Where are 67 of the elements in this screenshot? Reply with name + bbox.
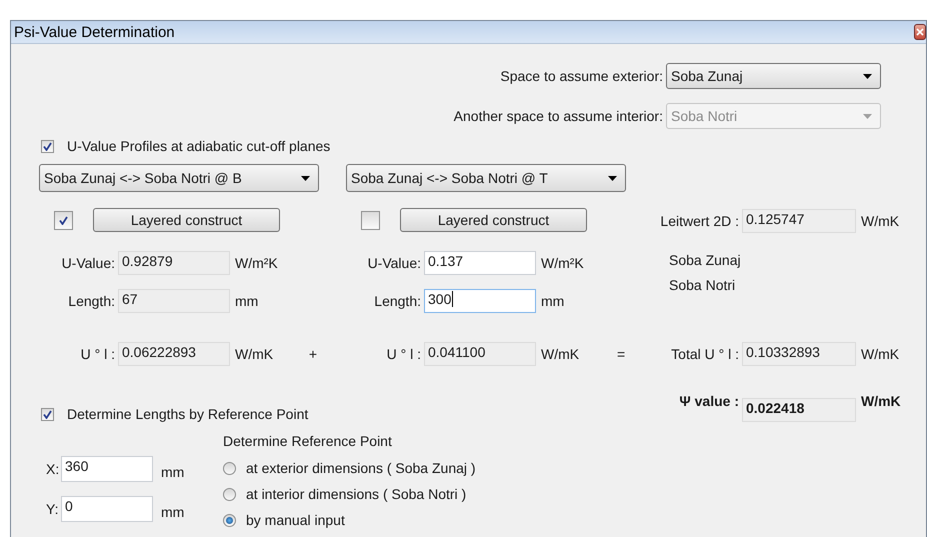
- close-icon: [916, 28, 924, 36]
- group-label: Determine Reference Point: [223, 432, 393, 450]
- layered-construct-button[interactable]: Layered construct: [400, 208, 587, 232]
- window-title: Psi-Value Determination: [13, 24, 176, 40]
- input-field[interactable]: 0: [61, 496, 153, 522]
- radio-label: by manual input: [246, 512, 345, 528]
- unit-label: W/m²K: [540, 254, 584, 273]
- field-label: U ° l :: [80, 345, 116, 364]
- input-field[interactable]: 0.041100: [424, 342, 536, 366]
- dropdown[interactable]: Soba Zunaj <-> Soba Notri @ T: [346, 164, 626, 192]
- caret-icon: [863, 74, 872, 78]
- input-field[interactable]: 0.022418: [742, 398, 856, 422]
- field-label: X:: [46, 461, 60, 477]
- field-label: Length:: [68, 292, 116, 311]
- radio-label: at exterior dimensions ( Soba Zunaj ): [246, 460, 476, 476]
- radio-button[interactable]: [223, 488, 236, 500]
- input-field[interactable]: 0.10332893: [742, 342, 856, 366]
- field-label: U-Value:: [62, 254, 116, 273]
- field-label: Leitwert 2D :: [660, 212, 740, 231]
- check-icon: [43, 142, 52, 150]
- radio-button[interactable]: [223, 462, 236, 474]
- caret-icon: [608, 176, 617, 180]
- unit-label: W/mK: [540, 345, 580, 364]
- field-label: Y:: [46, 501, 60, 517]
- field-label: Length:: [374, 292, 422, 311]
- input-field[interactable]: 0.137: [424, 251, 536, 275]
- checkbox[interactable]: [41, 140, 54, 152]
- unit-label: W/mK: [860, 345, 900, 364]
- check-icon: [43, 410, 52, 418]
- checkbox-label: U-Value Profiles at adiabatic cut-off planes: [67, 138, 330, 154]
- space-name: Soba Notri: [669, 276, 736, 295]
- space-name: Soba Zunaj: [669, 251, 742, 270]
- dropdown[interactable]: Soba Zunaj: [666, 63, 881, 89]
- unit-label: W/mK: [234, 345, 274, 364]
- check-icon: [59, 216, 68, 224]
- caret-icon: [863, 114, 872, 118]
- unit-label: W/m²K: [234, 254, 278, 273]
- dropdown[interactable]: Soba Zunaj <-> Soba Notri @ B: [39, 164, 319, 192]
- field-label: Total U ° l :: [671, 345, 740, 364]
- unit-label: mm: [161, 503, 184, 520]
- input-field[interactable]: 300: [424, 289, 536, 313]
- field-label: U-Value:: [368, 254, 422, 273]
- field-label: Another space to assume interior:: [452, 108, 663, 124]
- checkbox-label: Determine Lengths by Reference Point: [67, 406, 308, 422]
- unit-label: mm: [161, 463, 184, 480]
- input-field[interactable]: 360: [61, 456, 153, 482]
- input-field[interactable]: 67: [118, 289, 230, 313]
- equals-sign: =: [617, 345, 626, 364]
- input-field[interactable]: 0.92879: [118, 251, 230, 275]
- checkbox[interactable]: [361, 210, 380, 230]
- checkbox[interactable]: [41, 408, 54, 420]
- close-button[interactable]: [914, 24, 926, 40]
- field-label: Space to assume exterior:: [499, 68, 663, 84]
- field-label: U ° l :: [386, 345, 422, 364]
- unit-label: W/mK: [860, 392, 901, 411]
- caret-icon: [301, 176, 310, 180]
- radio-button[interactable]: [223, 514, 236, 526]
- plus-sign: +: [308, 345, 317, 364]
- input-field[interactable]: 0.06222893: [118, 342, 230, 366]
- checkbox[interactable]: [54, 210, 73, 230]
- layered-construct-button[interactable]: Layered construct: [93, 208, 280, 232]
- unit-label: W/mK: [860, 212, 900, 231]
- input-field[interactable]: 0.125747: [742, 209, 856, 233]
- unit-label: mm: [540, 292, 564, 311]
- unit-label: mm: [234, 292, 258, 311]
- psi-label: Ψ value :: [679, 392, 740, 411]
- radio-label: at interior dimensions ( Soba Notri ): [246, 486, 466, 502]
